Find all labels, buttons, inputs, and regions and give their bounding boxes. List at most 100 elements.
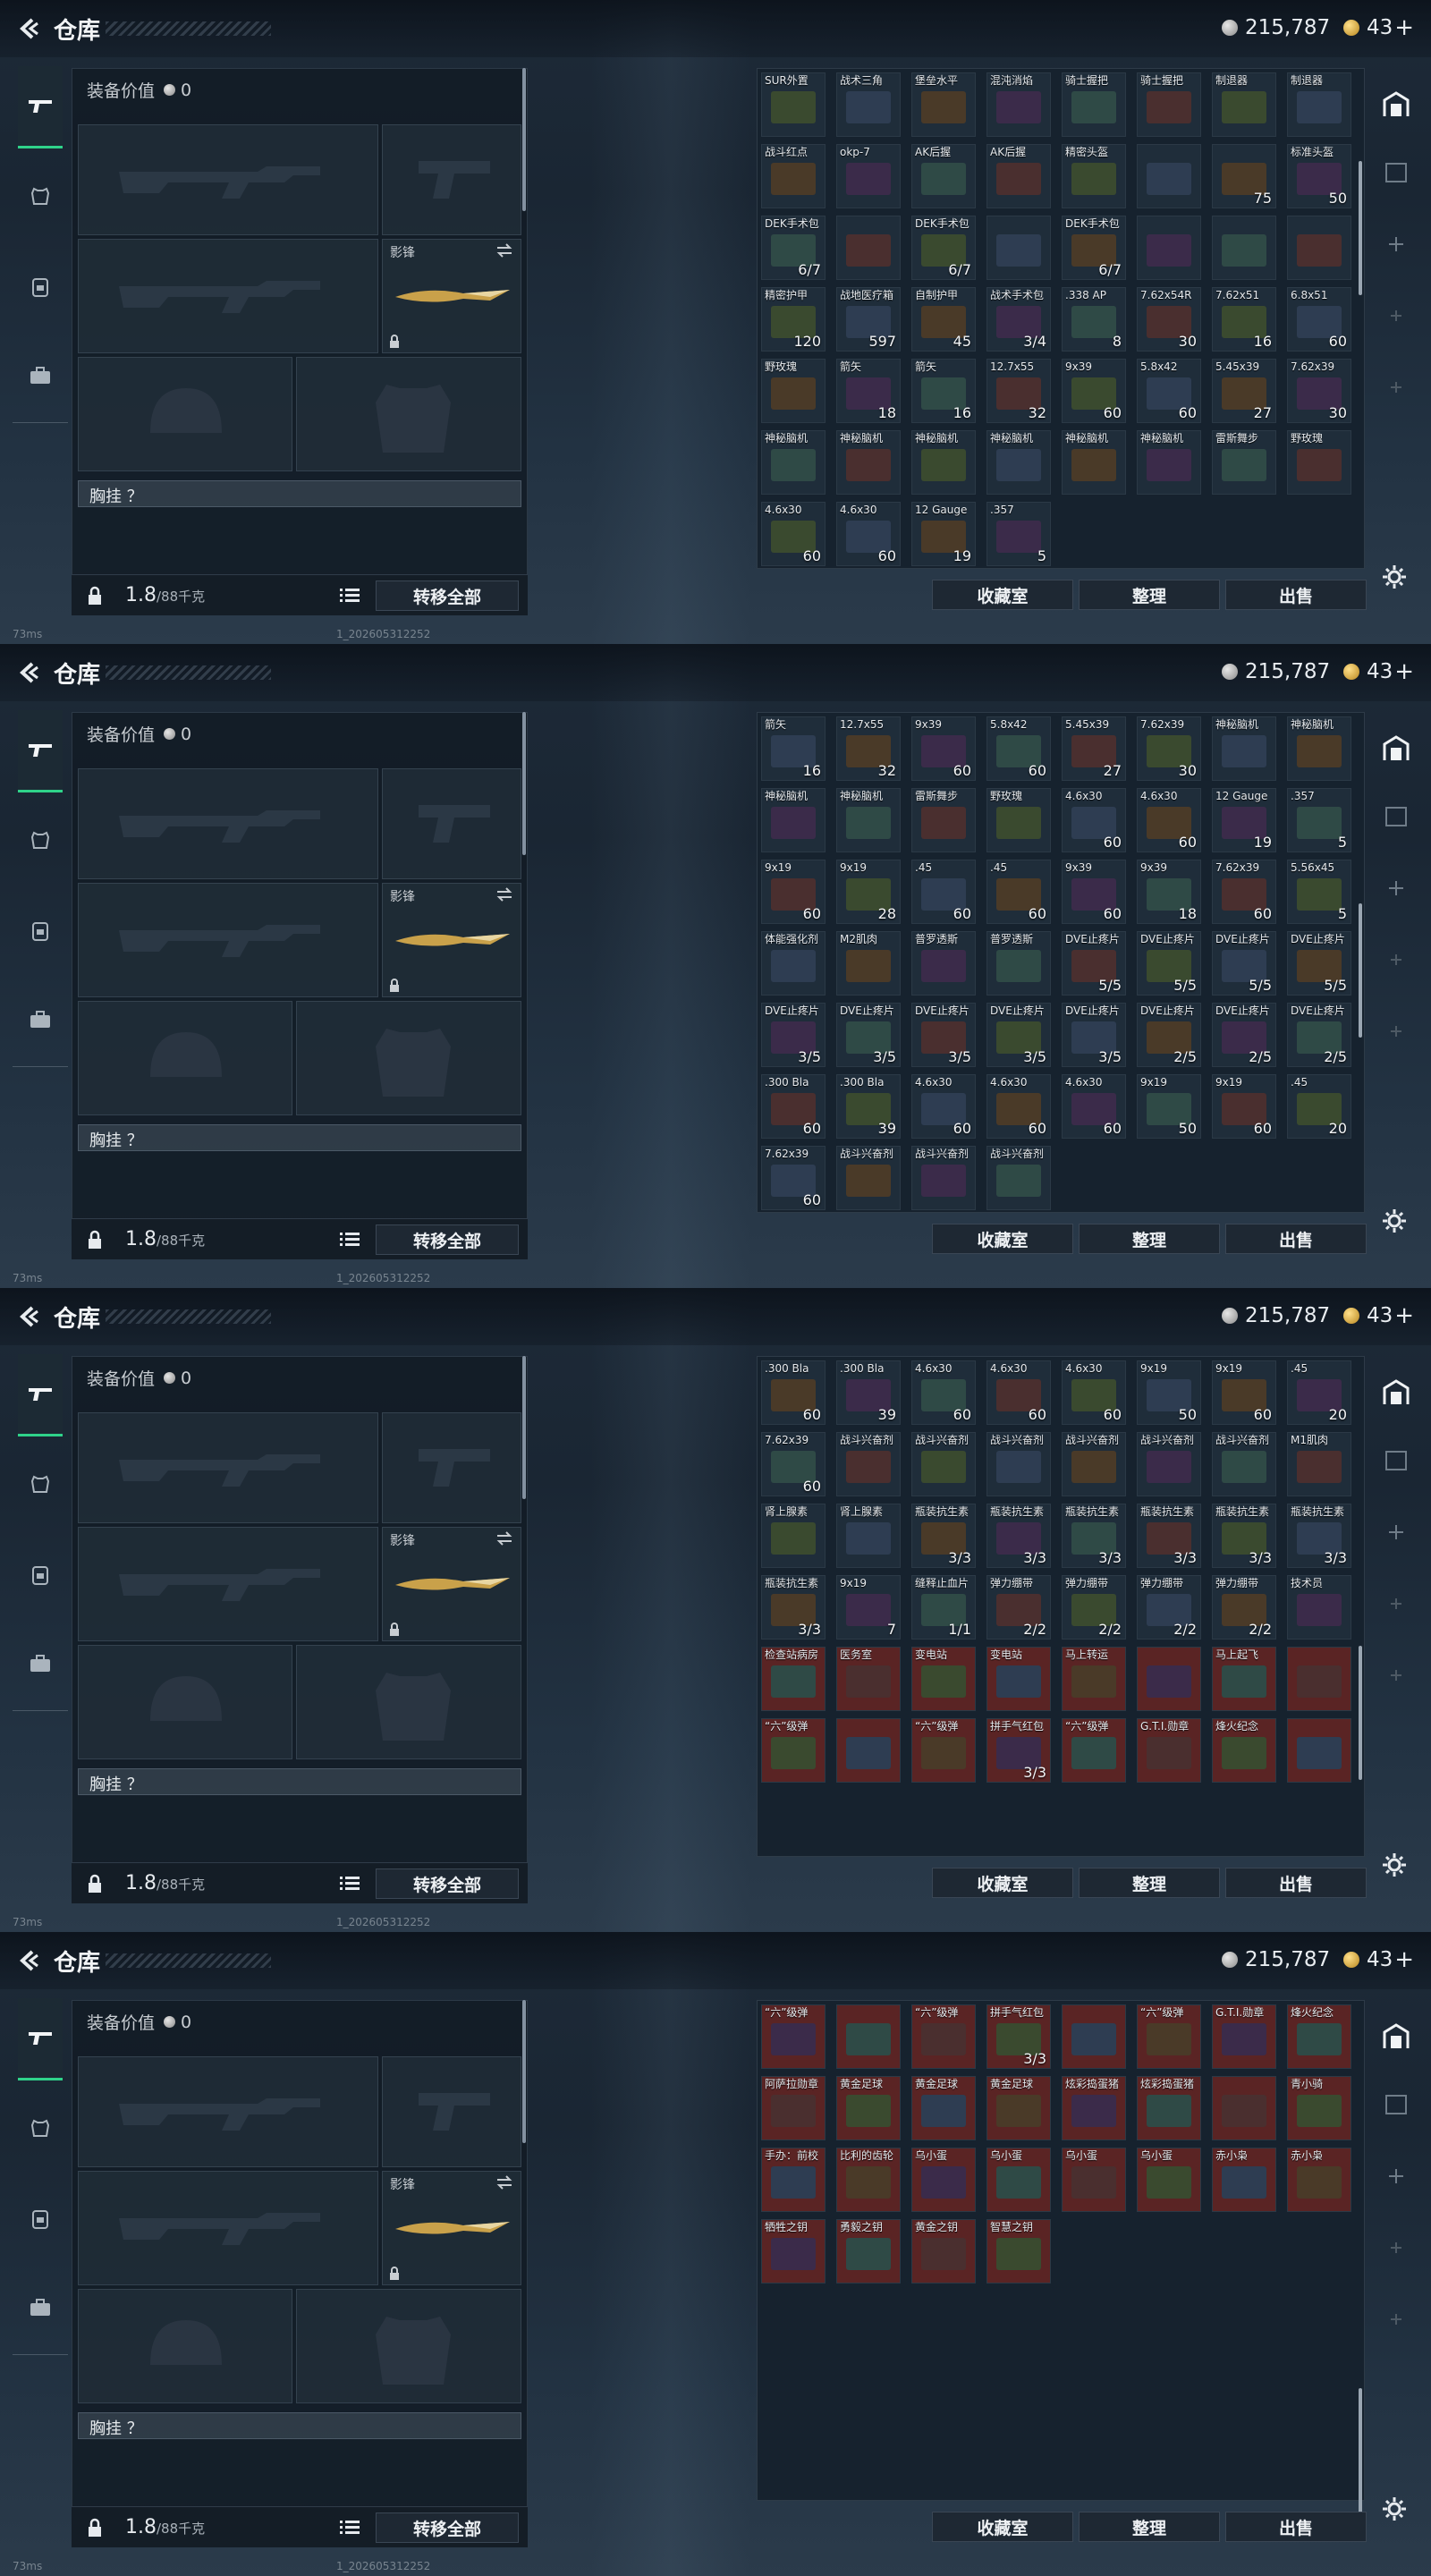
gear-icon[interactable] bbox=[1381, 1852, 1408, 1878]
swap-icon[interactable] bbox=[495, 2175, 513, 2190]
inventory-item[interactable]: 9x39 18 bbox=[1137, 860, 1201, 924]
inventory-item[interactable]: 4.6x30 60 bbox=[986, 1074, 1051, 1139]
container-button[interactable] bbox=[1381, 801, 1411, 832]
inventory-item[interactable]: SUR外置 bbox=[761, 72, 826, 137]
inventory-item[interactable]: 炫彩捣蛋猪 bbox=[1062, 2076, 1126, 2140]
inventory-item[interactable]: AK后握 bbox=[911, 144, 976, 208]
inventory-item[interactable]: 智慧之钥 bbox=[986, 2219, 1051, 2284]
inventory-item[interactable]: 乌小蛋 bbox=[1062, 2148, 1126, 2212]
inventory-item[interactable]: 战斗兴奋剂 bbox=[986, 1432, 1051, 1496]
list-icon[interactable] bbox=[340, 588, 360, 604]
body-armor-slot[interactable] bbox=[296, 2289, 521, 2403]
tab-weapons[interactable] bbox=[18, 710, 63, 792]
inventory-item[interactable]: 烽火纪念 bbox=[1287, 2004, 1351, 2069]
add-container-button[interactable] bbox=[1381, 229, 1411, 259]
inventory-item[interactable]: 精密头盔 bbox=[1062, 144, 1126, 208]
inventory-item[interactable]: DVE止疼片 5/5 bbox=[1062, 931, 1126, 996]
lock-icon[interactable] bbox=[86, 586, 104, 606]
tab-backpack[interactable] bbox=[18, 2177, 63, 2259]
inventory-item[interactable]: 神秘脑机 bbox=[761, 430, 826, 495]
inventory-item[interactable]: 7.62x51 16 bbox=[1212, 287, 1276, 352]
inventory-item[interactable]: 瓶装抗生素 3/3 bbox=[761, 1575, 826, 1640]
inventory-item[interactable] bbox=[1212, 2076, 1276, 2140]
inventory-item[interactable]: 4.6x30 60 bbox=[986, 1360, 1051, 1425]
plus-icon[interactable]: + bbox=[1394, 658, 1414, 685]
primary-weapon-slot[interactable] bbox=[78, 768, 378, 879]
inventory-item[interactable] bbox=[836, 216, 901, 280]
inventory-item[interactable]: DEK手术包 6/7 bbox=[1062, 216, 1126, 280]
inventory-item[interactable]: 瓶装抗生素 3/3 bbox=[986, 1504, 1051, 1568]
add-container-button-2[interactable] bbox=[1381, 1589, 1411, 1619]
inventory-item[interactable]: 5.8x42 60 bbox=[1137, 359, 1201, 423]
inventory-item[interactable]: .300 Bla 39 bbox=[836, 1074, 901, 1139]
gold-currency[interactable]: 43 + bbox=[1343, 658, 1414, 685]
inventory-scrollbar[interactable] bbox=[1359, 2388, 1362, 2522]
vault-button[interactable] bbox=[1381, 733, 1411, 764]
inventory-item[interactable]: 12 Gauge 19 bbox=[911, 502, 976, 566]
sidearm-slot[interactable] bbox=[382, 1412, 521, 1523]
inventory-item[interactable]: 野玫瑰 bbox=[761, 359, 826, 423]
melee-slot[interactable]: 影锋 bbox=[382, 2171, 521, 2285]
inventory-item[interactable]: DEK手术包 6/7 bbox=[761, 216, 826, 280]
vault-button[interactable] bbox=[1381, 1377, 1411, 1408]
inventory-item[interactable]: 瓶装抗生素 3/3 bbox=[1287, 1504, 1351, 1568]
tab-backpack[interactable] bbox=[18, 245, 63, 327]
inventory-item[interactable]: 神秘脑机 bbox=[1062, 430, 1126, 495]
inventory-item[interactable]: 混沌消焰 bbox=[986, 72, 1051, 137]
inventory-item[interactable]: 弹力绷带 2/2 bbox=[1137, 1575, 1201, 1640]
inventory-item[interactable]: 7.62x39 30 bbox=[1287, 359, 1351, 423]
inventory-item[interactable]: 体能强化剂 bbox=[761, 931, 826, 996]
inventory-item[interactable] bbox=[1287, 216, 1351, 280]
loadout-scrollbar[interactable] bbox=[522, 2000, 526, 2143]
inventory-item[interactable]: DVE止疼片 3/5 bbox=[911, 1003, 976, 1067]
inventory-item[interactable]: DVE止疼片 3/5 bbox=[761, 1003, 826, 1067]
inventory-item[interactable]: 瓶装抗生素 3/3 bbox=[1062, 1504, 1126, 1568]
inventory-item[interactable]: 战地医疗箱 597 bbox=[836, 287, 901, 352]
inventory-scrollbar[interactable] bbox=[1359, 903, 1362, 1038]
swap-icon[interactable] bbox=[495, 1531, 513, 1546]
inventory-item[interactable]: 雷斯舞步 bbox=[911, 788, 976, 852]
silver-currency[interactable]: 215,787 bbox=[1222, 14, 1330, 41]
inventory-item[interactable]: 12.7x55 32 bbox=[836, 716, 901, 781]
add-container-button[interactable] bbox=[1381, 1517, 1411, 1547]
inventory-item[interactable]: M1肌肉 bbox=[1287, 1432, 1351, 1496]
sell-button[interactable]: 出售 bbox=[1225, 1224, 1367, 1254]
inventory-item[interactable]: 9x39 60 bbox=[1062, 860, 1126, 924]
inventory-item[interactable] bbox=[836, 2004, 901, 2069]
inventory-item[interactable]: 12.7x55 32 bbox=[986, 359, 1051, 423]
inventory-item[interactable]: AK后握 bbox=[986, 144, 1051, 208]
container-button[interactable] bbox=[1381, 157, 1411, 188]
chest-rig-slot[interactable]: 胸挂 ？ bbox=[78, 1124, 521, 1151]
inventory-item[interactable]: 箭矢 18 bbox=[836, 359, 901, 423]
lock-icon[interactable] bbox=[86, 1874, 104, 1894]
inventory-item[interactable]: 战斗兴奋剂 bbox=[836, 1146, 901, 1210]
add-container-button-3[interactable] bbox=[1381, 2304, 1411, 2334]
inventory-item[interactable]: 肾上腺素 bbox=[836, 1504, 901, 1568]
inventory-item[interactable]: 9x19 60 bbox=[1212, 1074, 1276, 1139]
tab-weapons[interactable] bbox=[18, 1998, 63, 2080]
organize-button[interactable]: 整理 bbox=[1079, 1224, 1220, 1254]
inventory-item[interactable]: 青小骑 bbox=[1287, 2076, 1351, 2140]
inventory-item[interactable]: 7.62x39 60 bbox=[1212, 860, 1276, 924]
add-container-button-2[interactable] bbox=[1381, 301, 1411, 331]
gold-currency[interactable]: 43 + bbox=[1343, 1946, 1414, 1973]
inventory-item[interactable]: 4.6x30 60 bbox=[836, 502, 901, 566]
inventory-item[interactable]: 4.6x30 60 bbox=[1062, 1074, 1126, 1139]
list-icon[interactable] bbox=[340, 1876, 360, 1892]
inventory-item[interactable]: 缝释止血片 1/1 bbox=[911, 1575, 976, 1640]
helmet-slot[interactable] bbox=[78, 1001, 292, 1115]
inventory-item[interactable]: 自制护甲 45 bbox=[911, 287, 976, 352]
inventory-item[interactable]: .300 Bla 60 bbox=[761, 1074, 826, 1139]
secondary-weapon-slot[interactable] bbox=[78, 239, 378, 353]
inventory-item[interactable]: 拼手气红包 3/3 bbox=[986, 2004, 1051, 2069]
inventory-item[interactable]: 神秘脑机 bbox=[911, 430, 976, 495]
inventory-item[interactable]: .357 5 bbox=[986, 502, 1051, 566]
inventory-scrollbar[interactable] bbox=[1359, 161, 1362, 295]
inventory-item[interactable] bbox=[1137, 1647, 1201, 1711]
add-container-button[interactable] bbox=[1381, 2161, 1411, 2191]
add-container-button-3[interactable] bbox=[1381, 1016, 1411, 1046]
tab-armor[interactable] bbox=[18, 1444, 63, 1526]
add-container-button-3[interactable] bbox=[1381, 372, 1411, 402]
plus-icon[interactable]: + bbox=[1394, 1302, 1414, 1329]
inventory-item[interactable]: 4.6x30 60 bbox=[911, 1360, 976, 1425]
